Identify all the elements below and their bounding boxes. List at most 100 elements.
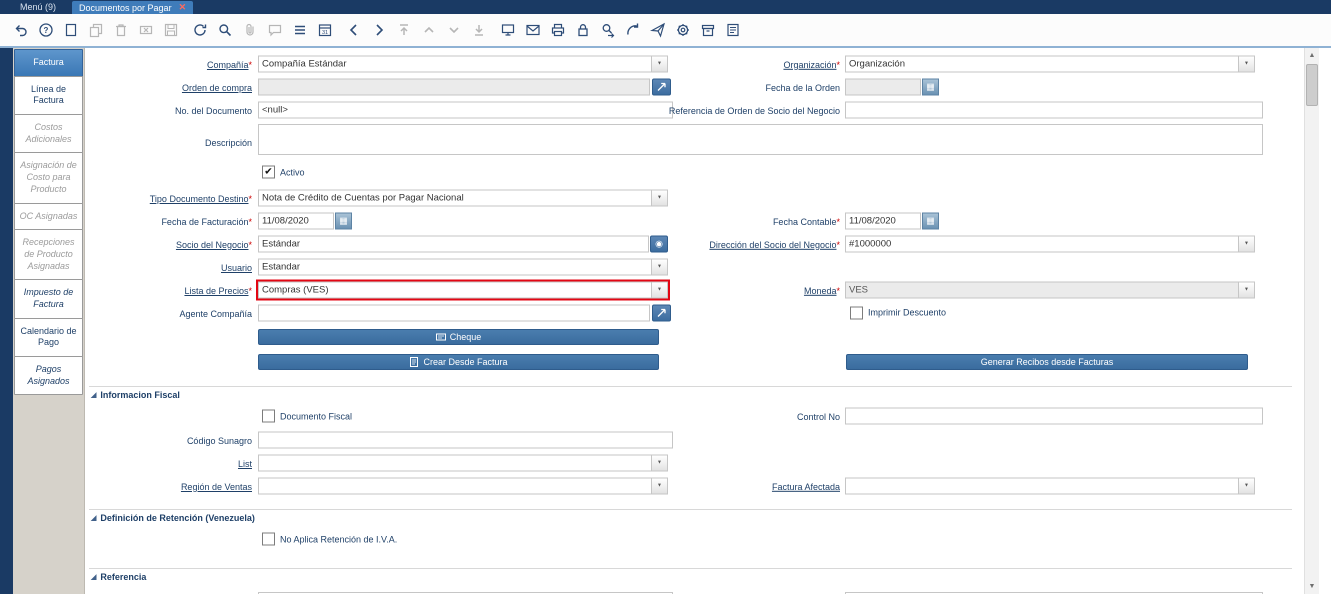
zoom-across-icon[interactable] — [595, 19, 620, 41]
workflow-icon[interactable] — [495, 19, 520, 41]
cheque-button[interactable]: Cheque — [258, 329, 659, 345]
required-marker: * — [248, 240, 252, 250]
lock-icon[interactable] — [570, 19, 595, 41]
section-header[interactable]: ◢ Definición de Retención (Venezuela) — [91, 513, 255, 523]
find-icon[interactable] — [212, 19, 237, 41]
socio-negocio-label[interactable]: Socio del Negocio — [176, 240, 249, 250]
row-codigo-sunagro: Código Sunagro — [85, 428, 1304, 451]
sidebar-tab-pagos-asignados[interactable]: Pagos Asignados — [14, 356, 83, 395]
orden-compra-label[interactable]: Orden de compra — [182, 83, 252, 93]
control-no-input[interactable] — [845, 408, 1263, 425]
detail-record-icon — [466, 19, 491, 41]
region-ventas-label[interactable]: Región de Ventas — [181, 482, 252, 492]
factura-afectada-value — [845, 477, 1239, 494]
sidebar-tab-impuesto-de-factura[interactable]: Impuesto de Factura — [14, 279, 83, 318]
send-icon[interactable] — [645, 19, 670, 41]
tipo-documento-select[interactable]: Nota de Crédito de Cuentas por Pagar Nac… — [258, 189, 668, 206]
scroll-down-icon[interactable]: ▼ — [1305, 579, 1319, 594]
calendar-picker-icon[interactable]: ▦ — [922, 78, 939, 95]
required-marker: * — [836, 216, 840, 226]
agente-search-button[interactable] — [652, 304, 671, 321]
process-icon[interactable] — [620, 19, 645, 41]
refresh-icon[interactable] — [187, 19, 212, 41]
activo-checkbox[interactable]: ✔ — [262, 166, 275, 179]
report-icon[interactable] — [720, 19, 745, 41]
print-icon[interactable] — [545, 19, 570, 41]
vertical-scrollbar[interactable]: ▲ ▼ — [1304, 48, 1319, 594]
tipo-documento-value: Nota de Crédito de Cuentas por Pagar Nac… — [258, 189, 652, 206]
descripcion-input[interactable] — [258, 124, 1263, 155]
window-tab-bar: Menú (9) Documentos por Pagar ✕ — [0, 0, 1331, 14]
list-select[interactable]: ▼ — [258, 454, 668, 471]
scroll-up-icon[interactable]: ▲ — [1305, 48, 1319, 63]
sidebar-tab-linea-de-factura[interactable]: Línea de Factura — [14, 76, 83, 115]
fecha-orden-input[interactable] — [845, 78, 921, 95]
chevron-down-icon[interactable]: ▼ — [1239, 281, 1255, 298]
control-no-label: Control No — [797, 412, 840, 422]
no-aplica-retencion-checkbox[interactable] — [262, 533, 275, 546]
chevron-down-icon[interactable]: ▼ — [652, 189, 668, 206]
save-icon — [158, 19, 183, 41]
moneda-label[interactable]: Moneda — [804, 285, 837, 295]
main-content: FacturaLínea de FacturaCostos Adicionale… — [0, 48, 1331, 594]
agente-compania-input[interactable] — [258, 304, 650, 321]
direccion-socio-label[interactable]: Dirección del Socio del Negocio — [709, 239, 836, 249]
calendar-picker-icon[interactable]: ▦ — [922, 212, 939, 229]
fecha-contable-label: Fecha Contable — [773, 216, 837, 226]
left-collapsed-panel[interactable] — [0, 48, 13, 594]
usuario-select[interactable]: Estandar ▼ — [258, 258, 668, 275]
chevron-down-icon[interactable]: ▼ — [652, 454, 668, 471]
tab-documentos-por-pagar[interactable]: Documentos por Pagar ✕ — [72, 1, 193, 14]
sidebar-tab-oc-asignadas: OC Asignadas — [14, 203, 83, 231]
imprimir-descuento-checkbox[interactable] — [850, 306, 863, 319]
referencia-orden-input[interactable] — [845, 101, 1263, 118]
compania-label[interactable]: Compañía — [207, 60, 249, 70]
delete-record-icon — [108, 19, 133, 41]
grid-toggle-icon[interactable] — [287, 19, 312, 41]
chevron-down-icon[interactable]: ▼ — [1239, 55, 1255, 72]
section-title: Definición de Retención (Venezuela) — [100, 513, 255, 523]
close-icon[interactable]: ✕ — [179, 3, 187, 12]
undo-icon[interactable] — [8, 19, 33, 41]
tab-menu[interactable]: Menú (9) — [0, 2, 72, 14]
calendar-icon[interactable]: 31 — [312, 19, 337, 41]
sidebar-tab-calendario-de-pago[interactable]: Calendario de Pago — [14, 318, 83, 357]
factura-afectada-select[interactable]: ▼ — [845, 477, 1255, 494]
section-divider — [89, 568, 1292, 569]
request-icon[interactable] — [520, 19, 545, 41]
no-aplica-retencion-label: No Aplica Retención de I.V.A. — [280, 534, 397, 544]
list-label[interactable]: List — [238, 459, 252, 469]
usuario-label[interactable]: Usuario — [221, 263, 252, 273]
next-record-icon[interactable] — [366, 19, 391, 41]
codigo-sunagro-input[interactable] — [258, 431, 673, 448]
fecha-contable-input[interactable]: 11/08/2020 — [845, 212, 921, 229]
new-record-icon[interactable] — [58, 19, 83, 41]
tipo-documento-label[interactable]: Tipo Documento Destino — [150, 194, 249, 204]
collapse-triangle-icon[interactable]: ◢ — [91, 515, 96, 522]
sidebar-tab-factura[interactable]: Factura — [14, 49, 83, 77]
collapse-triangle-icon[interactable]: ◢ — [91, 392, 96, 399]
organizacion-select[interactable]: Organización ▼ — [845, 55, 1255, 72]
chevron-down-icon[interactable]: ▼ — [1239, 477, 1255, 494]
calendar-picker-icon[interactable]: ▦ — [335, 212, 352, 229]
documento-fiscal-checkbox[interactable] — [262, 410, 275, 423]
right-margin — [1319, 48, 1331, 594]
gear-icon[interactable] — [670, 19, 695, 41]
chevron-down-icon[interactable]: ▼ — [1239, 235, 1255, 252]
generar-recibos-button[interactable]: Generar Recibos desde Facturas — [846, 354, 1248, 370]
organizacion-label[interactable]: Organización — [783, 59, 836, 69]
help-icon[interactable]: ? — [33, 19, 58, 41]
lista-precios-label[interactable]: Lista de Precios — [184, 286, 248, 296]
factura-afectada-label[interactable]: Factura Afectada — [772, 481, 840, 491]
direccion-socio-select[interactable]: #1000000 ▼ — [845, 235, 1255, 252]
section-header[interactable]: ◢ Informacion Fiscal — [91, 390, 180, 400]
archive-icon[interactable] — [695, 19, 720, 41]
chevron-down-icon[interactable]: ▼ — [652, 258, 668, 275]
crear-desde-factura-button[interactable]: Crear Desde Factura — [258, 354, 659, 370]
section-informacion-fiscal: ◢ Informacion Fiscal — [85, 374, 1304, 404]
scrollbar-thumb[interactable] — [1306, 64, 1318, 106]
previous-record-icon[interactable] — [341, 19, 366, 41]
fecha-facturacion-input[interactable]: 11/08/2020 — [258, 212, 334, 229]
moneda-select[interactable]: VES ▼ — [845, 281, 1255, 298]
section-divider — [89, 509, 1292, 510]
